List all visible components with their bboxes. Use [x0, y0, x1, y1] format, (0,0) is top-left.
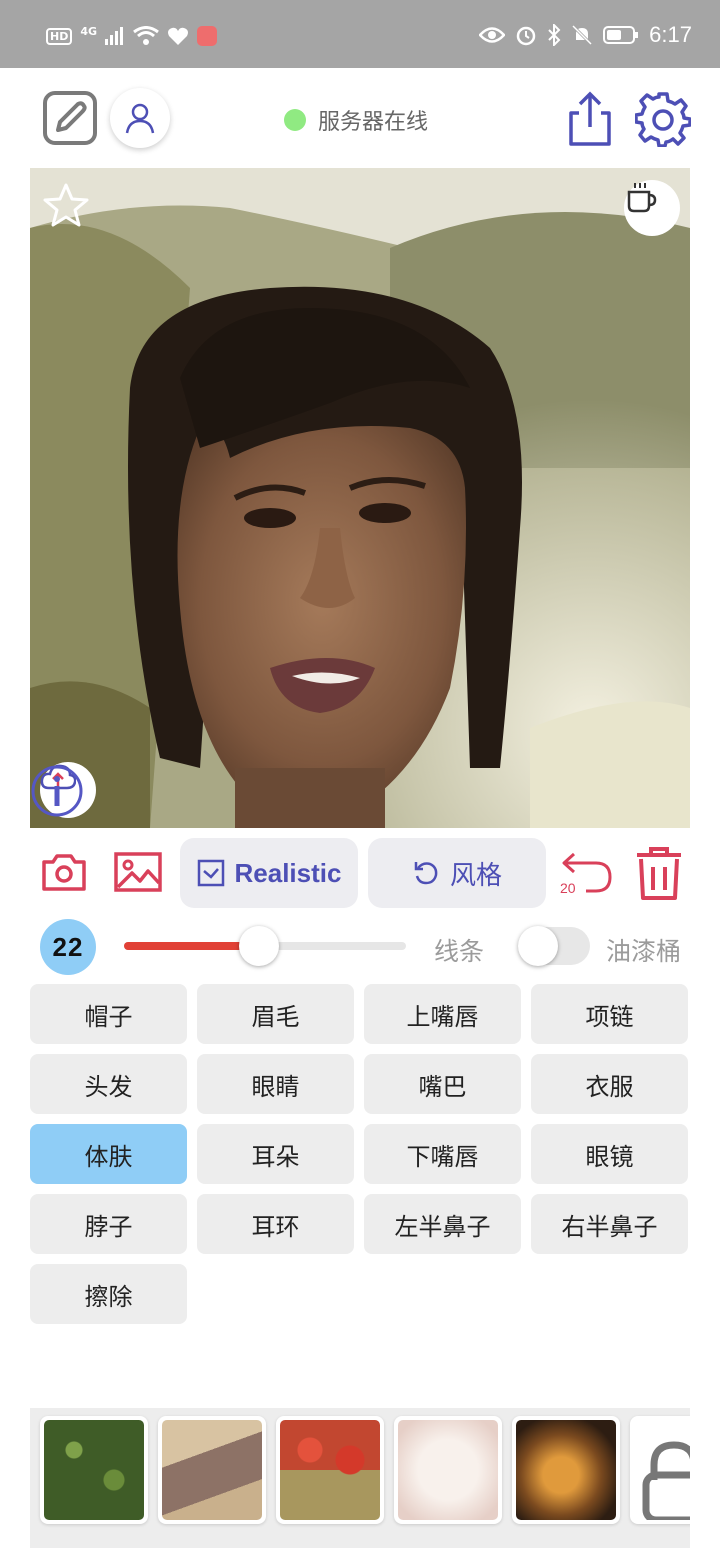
category-chip[interactable]: 左半鼻子	[364, 1194, 521, 1254]
texture-strip[interactable]	[30, 1408, 690, 1548]
locked-texture[interactable]	[630, 1416, 690, 1524]
gear-icon	[635, 92, 691, 147]
status-bar: HD 4G 6:17	[0, 0, 720, 68]
category-chip[interactable]: 眼镜	[531, 1124, 688, 1184]
trash-icon	[637, 847, 681, 900]
category-chip[interactable]: 嘴巴	[364, 1054, 521, 1114]
bluetooth-icon	[548, 24, 561, 46]
eye-icon	[479, 27, 506, 43]
foliage-texture[interactable]	[40, 1416, 148, 1524]
server-status: 服务器在线	[284, 104, 428, 136]
signal-icon	[105, 27, 124, 45]
category-grid: 帽子 眉毛 上嘴唇 项链头发 眼睛 嘴巴 衣服体肤 耳朵 下嘴唇 眼镜脖子 耳环 左半鼻子 右半鼻子擦除	[30, 984, 690, 1324]
stone-texture[interactable]	[158, 1416, 266, 1524]
status-left: HD 4G	[46, 24, 218, 46]
app-notification-icon	[197, 26, 218, 46]
category-chip[interactable]: 眼睛	[197, 1054, 354, 1114]
user-icon	[125, 103, 155, 134]
category-chip[interactable]: 体肤	[30, 1124, 187, 1184]
red-flowers-texture[interactable]	[276, 1416, 384, 1524]
foliage-texture-swatch	[44, 1420, 144, 1520]
pale-texture-swatch	[398, 1420, 498, 1520]
delete-button[interactable]	[632, 844, 686, 902]
wifi-icon	[133, 26, 159, 45]
hd-badge: HD	[46, 27, 73, 45]
drawing-canvas[interactable]	[30, 168, 690, 828]
clock: 6:17	[649, 22, 692, 47]
style-button[interactable]: 风格	[368, 838, 546, 908]
star-icon[interactable]	[42, 182, 90, 228]
category-chip[interactable]: 耳朵	[197, 1124, 354, 1184]
edit-button[interactable]	[40, 88, 100, 148]
battery-icon	[603, 26, 639, 44]
category-chip[interactable]: 上嘴唇	[364, 984, 521, 1044]
status-right: 6:17	[479, 22, 692, 48]
style-mode-label: Realistic	[234, 857, 342, 888]
health-icon	[168, 27, 189, 45]
category-chip[interactable]: 脖子	[30, 1194, 187, 1254]
portrait-image	[30, 168, 690, 828]
alarm-icon	[516, 26, 536, 46]
undo-count: 20	[560, 880, 576, 896]
brush-size-slider[interactable]	[124, 926, 406, 966]
category-chip[interactable]: 项链	[531, 984, 688, 1044]
toggle-knob	[518, 926, 558, 966]
fire-texture[interactable]	[512, 1416, 620, 1524]
mute-icon	[572, 24, 593, 46]
category-chip[interactable]: 擦除	[30, 1264, 187, 1324]
lock-icon	[642, 1441, 690, 1524]
bucket-label: 油漆桶	[606, 938, 682, 966]
coffee-icon	[627, 183, 657, 213]
locked-texture-swatch	[634, 1420, 690, 1524]
image-icon	[114, 852, 162, 892]
red-flowers-texture-swatch	[280, 1420, 380, 1520]
stone-texture-swatch	[162, 1420, 262, 1520]
profile-button[interactable]	[110, 88, 170, 148]
line-mode-label[interactable]: 线条	[434, 932, 484, 968]
category-chip[interactable]: 下嘴唇	[364, 1124, 521, 1184]
category-chip[interactable]: 衣服	[531, 1054, 688, 1114]
camera-button[interactable]	[40, 848, 88, 896]
undo-button[interactable]: 20	[558, 846, 616, 898]
server-status-text: 服务器在线	[318, 109, 429, 134]
status-dot	[284, 109, 306, 131]
coffee-button[interactable]	[624, 180, 680, 236]
rotate-icon	[414, 862, 438, 885]
category-chip[interactable]: 帽子	[30, 984, 187, 1044]
camera-icon	[42, 854, 86, 891]
settings-button[interactable]	[634, 90, 692, 148]
gallery-button[interactable]	[112, 848, 164, 896]
pale-texture[interactable]	[394, 1416, 502, 1524]
category-chip[interactable]: 头发	[30, 1054, 187, 1114]
category-chip[interactable]: 眉毛	[197, 984, 354, 1044]
bucket-toggle[interactable]	[518, 926, 590, 966]
signal-4g-label: 4G	[80, 24, 98, 38]
checkbox-icon	[197, 859, 224, 887]
share-button[interactable]	[562, 90, 618, 148]
share-icon	[569, 91, 611, 146]
category-chip[interactable]: 右半鼻子	[531, 1194, 688, 1254]
style-button-label: 风格	[449, 859, 502, 890]
slider-thumb[interactable]	[239, 926, 280, 966]
category-chip[interactable]: 耳环	[197, 1194, 354, 1254]
info-icon[interactable]	[30, 764, 84, 818]
pencil-square-icon	[43, 91, 97, 145]
brush-size-badge: 22	[40, 919, 96, 975]
style-mode-toggle[interactable]: Realistic	[180, 838, 358, 908]
fire-texture-swatch	[516, 1420, 616, 1520]
